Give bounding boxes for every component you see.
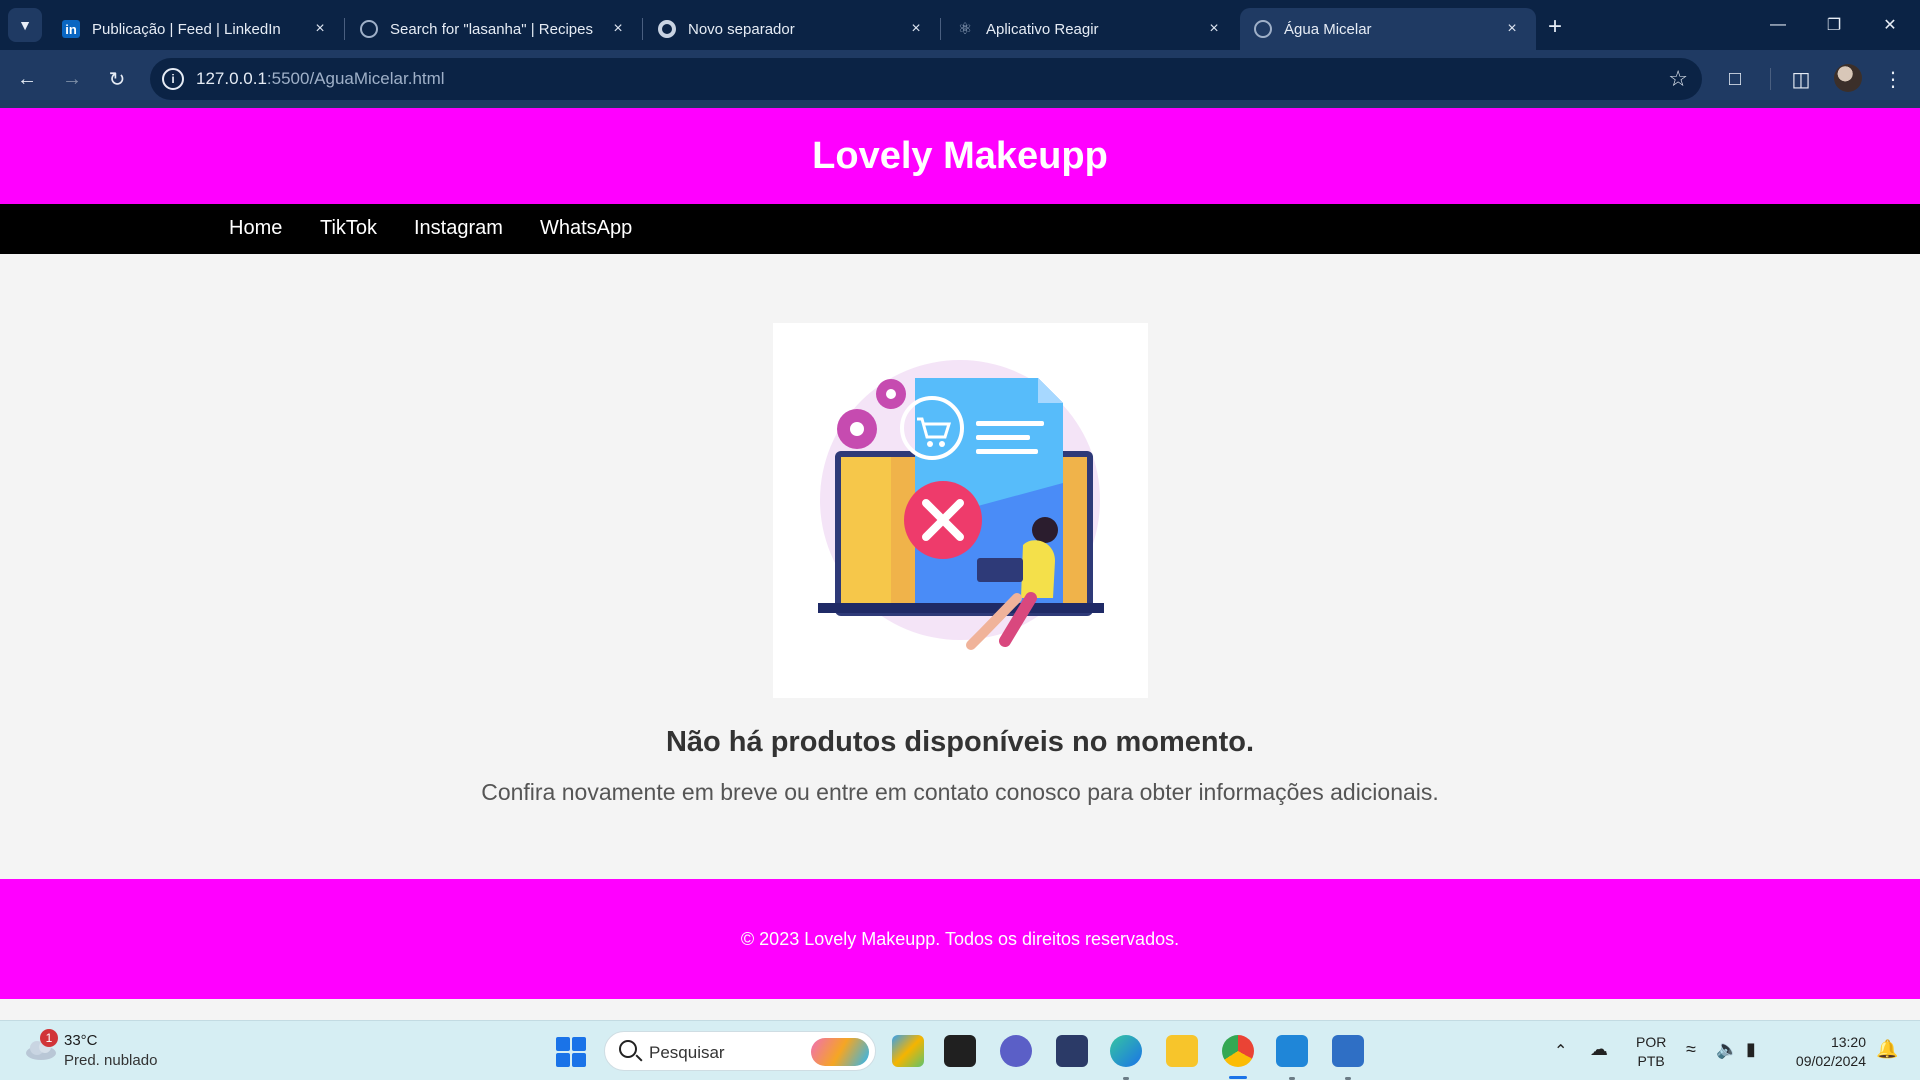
linkedin-icon: in bbox=[62, 20, 80, 38]
close-icon[interactable]: × bbox=[608, 20, 628, 38]
screen-panel-left bbox=[841, 457, 891, 610]
tab-separator bbox=[344, 18, 345, 40]
back-arrow-icon[interactable]: ← bbox=[10, 62, 44, 96]
system-clock[interactable]: 13:20 09/02/2024 bbox=[1786, 1033, 1866, 1071]
notification-badge: 1 bbox=[40, 1029, 58, 1047]
notepad-icon[interactable] bbox=[1332, 1035, 1364, 1067]
minimize-icon[interactable]: — bbox=[1750, 8, 1806, 42]
reload-icon[interactable]: ↻ bbox=[100, 62, 134, 96]
close-icon[interactable]: × bbox=[906, 20, 926, 38]
menu-kebab-icon[interactable]: ⋮ bbox=[1876, 62, 1910, 96]
copilot-icon[interactable] bbox=[892, 1035, 924, 1067]
nav-link-tiktok[interactable]: TikTok bbox=[320, 217, 377, 240]
browser-tab-new-tab[interactable]: Novo separador × bbox=[644, 8, 940, 50]
browser-tab-strip: ▼ in Publicação | Feed | LinkedIn × Sear… bbox=[0, 0, 1920, 50]
side-panel-icon[interactable]: ◫ bbox=[1784, 62, 1818, 96]
search-icon bbox=[619, 1040, 637, 1058]
gear-hole bbox=[886, 389, 896, 399]
laptop-base bbox=[818, 603, 1104, 613]
footer-copyright: © 2023 Lovely Makeupp. Todos os direitos… bbox=[740, 928, 1180, 949]
document-line bbox=[976, 421, 1044, 426]
vscode-icon[interactable] bbox=[1276, 1035, 1308, 1067]
site-nav: Home TikTok Instagram WhatsApp bbox=[0, 204, 1920, 254]
nav-link-whatsapp[interactable]: WhatsApp bbox=[540, 217, 632, 240]
browser-tab-recipes[interactable]: Search for "lasanha" | Recipes × bbox=[346, 8, 642, 50]
tray-chevron-up-icon[interactable]: ⌃ bbox=[1554, 1041, 1567, 1061]
search-placeholder: Pesquisar bbox=[649, 1043, 725, 1062]
task-view-icon[interactable] bbox=[944, 1035, 976, 1067]
weather-description: Pred. nublado bbox=[64, 1052, 158, 1069]
empty-cart-illustration-svg bbox=[818, 360, 1104, 650]
person-hair bbox=[1032, 517, 1058, 543]
tab-title: Água Micelar bbox=[1284, 20, 1372, 38]
tab-search-button[interactable]: ▼ bbox=[8, 8, 42, 42]
person-laptop-icon bbox=[977, 558, 1023, 582]
gear-hole bbox=[850, 422, 864, 436]
globe-icon bbox=[360, 20, 378, 38]
extensions-icon[interactable]: □ bbox=[1718, 62, 1752, 96]
active-app-indicator bbox=[1229, 1076, 1247, 1079]
tab-title: Search for "lasanha" | Recipes bbox=[390, 20, 593, 38]
close-window-icon[interactable]: ✕ bbox=[1862, 8, 1918, 42]
chrome-icon bbox=[658, 20, 676, 38]
empty-cart-illustration bbox=[773, 323, 1148, 698]
site-info-icon[interactable]: i bbox=[162, 68, 184, 90]
wifi-icon[interactable]: ≈ bbox=[1686, 1039, 1696, 1060]
chrome-icon[interactable] bbox=[1222, 1035, 1254, 1067]
browser-toolbar: ← → ↻ i 127.0.0.1:5500/AguaMicelar.html … bbox=[0, 50, 1920, 108]
notification-bell-icon[interactable]: 🔔 bbox=[1876, 1039, 1898, 1060]
weather-temperature: 33°C bbox=[64, 1032, 98, 1049]
taskbar-search-box[interactable]: Pesquisar bbox=[604, 1031, 876, 1071]
nav-link-home[interactable]: Home bbox=[229, 217, 282, 240]
search-highlight-icon bbox=[811, 1038, 869, 1066]
language-indicator[interactable]: POR PTB bbox=[1636, 1033, 1666, 1071]
close-icon[interactable]: × bbox=[1204, 20, 1224, 38]
document-line bbox=[976, 435, 1030, 440]
toolbar-divider bbox=[1770, 68, 1771, 90]
address-bar[interactable]: i 127.0.0.1:5500/AguaMicelar.html ☆ bbox=[150, 58, 1702, 100]
empty-state-title: Não há produtos disponíveis no momento. bbox=[665, 726, 1255, 758]
file-explorer-icon[interactable] bbox=[1166, 1035, 1198, 1067]
browser-tab-linkedin[interactable]: in Publicação | Feed | LinkedIn × bbox=[48, 8, 344, 50]
teams-chat-icon[interactable] bbox=[1000, 1035, 1032, 1067]
tab-title: Novo separador bbox=[688, 20, 795, 38]
volume-icon[interactable]: 🔈 bbox=[1716, 1039, 1738, 1060]
tab-separator bbox=[940, 18, 941, 40]
close-icon[interactable]: × bbox=[310, 20, 330, 38]
tab-title: Aplicativo Reagir bbox=[986, 20, 1099, 38]
site-footer: © 2023 Lovely Makeupp. Todos os direitos… bbox=[0, 879, 1920, 999]
browser-tab-agua-micelar[interactable]: Água Micelar × bbox=[1240, 8, 1536, 50]
chevron-down-icon: ▼ bbox=[18, 17, 32, 33]
document-line bbox=[976, 449, 1038, 454]
cart-wheel-icon bbox=[939, 441, 945, 447]
document-fold bbox=[1038, 378, 1063, 403]
onedrive-icon[interactable]: ☁ bbox=[1590, 1039, 1608, 1060]
profile-avatar[interactable] bbox=[1834, 64, 1862, 92]
forward-arrow-icon[interactable]: → bbox=[55, 62, 89, 96]
tab-separator bbox=[642, 18, 643, 40]
nav-link-instagram[interactable]: Instagram bbox=[414, 217, 503, 240]
app-icon[interactable] bbox=[1056, 1035, 1088, 1067]
close-icon[interactable]: × bbox=[1502, 20, 1522, 38]
site-header: Lovely Makeupp bbox=[0, 108, 1920, 204]
tab-title: Publicação | Feed | LinkedIn bbox=[92, 20, 281, 38]
edge-icon[interactable] bbox=[1110, 1035, 1142, 1067]
globe-icon bbox=[1254, 20, 1272, 38]
address-url[interactable]: 127.0.0.1:5500/AguaMicelar.html bbox=[196, 69, 445, 89]
windows-start-icon[interactable] bbox=[556, 1037, 586, 1067]
react-icon: ⚛ bbox=[957, 21, 973, 38]
restore-icon[interactable]: ❐ bbox=[1806, 8, 1862, 42]
new-tab-button[interactable]: + bbox=[1540, 12, 1570, 42]
bookmark-star-icon[interactable]: ☆ bbox=[1668, 66, 1688, 92]
browser-tab-react-app[interactable]: ⚛ Aplicativo Reagir × bbox=[942, 8, 1238, 50]
site-title: Lovely Makeupp bbox=[812, 134, 1108, 177]
battery-icon[interactable]: ▮ bbox=[1746, 1039, 1756, 1060]
cart-wheel-icon bbox=[927, 441, 933, 447]
taskbar: 1 33°C Pred. nublado Pesquisar ⌃ ☁ POR P… bbox=[0, 1020, 1920, 1080]
person-body bbox=[1021, 540, 1055, 598]
empty-state-subtitle: Confira novamente em breve ou entre em c… bbox=[481, 779, 1439, 805]
